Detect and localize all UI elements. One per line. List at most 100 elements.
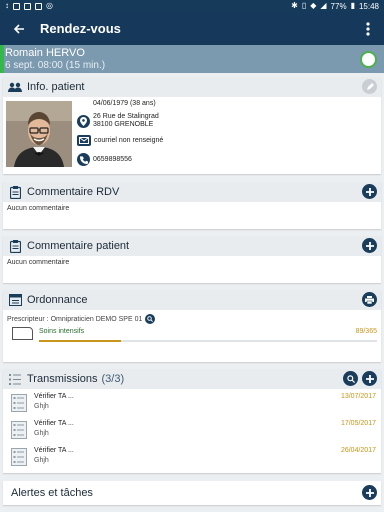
patient-address-line1: 26 Rue de Stalingrad [93,113,159,120]
transmission-subtitle: Ghjh [34,403,49,410]
notification-icon [35,2,42,10]
signal-icon: ◢ [320,1,327,10]
transmissions-card: Transmissions (3/3) Vérifier TA ... Ghjh… [3,369,381,473]
patient-info-title: Info. patient [27,81,85,93]
comment-patient-header: Commentaire patient [3,236,381,256]
transmission-item[interactable]: Vérifier TA ... Ghjh 26/04/2017 [3,445,381,471]
patient-info-body: 04/06/1979 (38 ans) 26 Rue de Stalingrad… [3,97,381,173]
transmission-subtitle: Ghjh [34,430,49,437]
plus-icon [365,187,374,196]
search-icon [346,374,355,383]
document-icon [11,394,27,412]
clipboard-icon [8,239,22,253]
plus-icon [365,374,374,383]
patient-address-line2: 38100 GRENOBLE [93,121,154,128]
transmission-date: 13/07/2017 [340,393,376,400]
ordonnance-title: Ordonnance [27,294,88,306]
add-comment-patient-button[interactable] [362,238,377,253]
search-transmissions-button[interactable] [343,371,358,386]
battery-level: 77% [330,1,347,11]
comment-patient-card: Commentaire patient Aucun commentaire [3,236,381,283]
ordonnance-header: Ordonnance [3,290,381,310]
soin-progress-track [39,340,377,342]
patient-phone-row[interactable]: 0659898556 [77,153,132,166]
patient-info-header: Info. patient [3,77,381,97]
arrow-left-icon [13,23,24,34]
soin-type-icon [12,327,33,340]
ordonnance-card: Ordonnance Prescripteur : Omnipraticien … [3,290,381,362]
add-comment-rdv-button[interactable] [362,184,377,199]
search-icon [147,316,154,322]
status-accent [0,45,4,73]
patient-address: 26 Rue de Stalingrad 38100 GRENOBLE [93,113,159,129]
transmission-item[interactable]: Vérifier TA ... Ghjh 13/07/2017 [3,391,381,417]
add-alerte-button[interactable] [362,485,377,500]
transmissions-title: Transmissions [27,373,98,385]
soin-count: 89/365 [355,328,377,335]
patient-phone: 0659898556 [93,155,132,163]
prescripteur-text: Prescripteur : Omnipraticien DEMO SPE 01 [7,315,143,323]
notification-icon [13,2,20,10]
transmission-date: 26/04/2017 [340,447,376,454]
add-transmission-button[interactable] [362,371,377,386]
transmissions-header: Transmissions (3/3) [3,369,381,389]
document-icon [11,421,27,439]
transmission-date: 17/05/2017 [340,420,376,427]
patient-address-row: 26 Rue de Stalingrad 38100 GRENOBLE [77,113,159,129]
people-icon [8,80,22,94]
comment-rdv-card: Commentaire RDV Aucun commentaire [3,182,381,229]
plus-icon [365,488,374,497]
transmission-title: Vérifier TA ... [34,447,74,454]
comment-rdv-title: Commentaire RDV [27,186,120,198]
transmissions-count: (3/3) [101,373,125,385]
bluetooth-icon: ✱ [291,1,298,10]
patient-birthdate: 04/06/1979 (38 ans) [93,100,156,107]
battery-icon: ▮ [350,1,355,10]
comment-rdv-header: Commentaire RDV [3,182,381,202]
wifi-icon: ◆ [310,1,317,10]
prescription-icon [8,293,22,307]
clipboard-icon [8,185,22,199]
edit-patient-button[interactable] [362,79,377,94]
appointment-datetime: 6 sept. 08:00 (15 min.) [5,59,106,71]
alertes-header: Alertes et tâches [3,481,381,505]
notification-icon [24,2,31,10]
soin-row[interactable]: Soins intensifs 89/365 [7,326,377,346]
transmission-title: Vérifier TA ... [34,393,74,400]
printer-icon [365,295,374,304]
appointment-header: Romain HERVO 6 sept. 08:00 (15 min.) [0,45,384,73]
page-title: Rendez-vous [40,21,121,36]
search-prescripteur-button[interactable] [145,314,156,324]
patient-info-card: Info. patient 04/06/1979 (38 ans) 26 Rue… [3,77,381,174]
patient-photo [6,101,72,167]
patient-email-row[interactable]: courriel non renseigné [77,135,163,146]
clock: 15:48 [358,1,379,11]
location-icon [77,114,90,128]
status-bar: ↕ ◎ ✱ ▯ ◆ ◢ 77% ▮ 15:48 [0,0,384,12]
patient-name: Romain HERVO [5,46,85,59]
back-button[interactable] [6,16,32,42]
phone-icon [77,153,90,166]
soin-progress-fill [39,340,122,342]
comment-patient-text: Aucun commentaire [7,259,70,266]
transmission-title: Vérifier TA ... [34,420,74,427]
app-bar: Rendez-vous [0,12,384,45]
more-vert-icon [366,21,370,36]
transmission-subtitle: Ghjh [34,457,49,464]
patient-birthdate-row: 04/06/1979 (38 ans) [77,100,156,108]
prescripteur-row: Prescripteur : Omnipraticien DEMO SPE 01 [7,314,156,324]
email-icon [77,135,91,146]
appointment-done-toggle[interactable] [360,51,377,68]
transmission-item[interactable]: Vérifier TA ... Ghjh 17/05/2017 [3,418,381,444]
comment-patient-title: Commentaire patient [27,240,130,252]
print-ordonnance-button[interactable] [362,292,377,307]
alertes-title: Alertes et tâches [11,487,93,499]
list-icon [8,372,22,386]
plus-icon [365,241,374,250]
document-icon [11,448,27,466]
notification-icon: ↕ [5,1,9,10]
comment-rdv-text: Aucun commentaire [7,205,70,212]
overflow-menu-button[interactable] [358,16,378,42]
pencil-icon [366,82,374,90]
vibrate-icon: ▯ [301,1,307,10]
